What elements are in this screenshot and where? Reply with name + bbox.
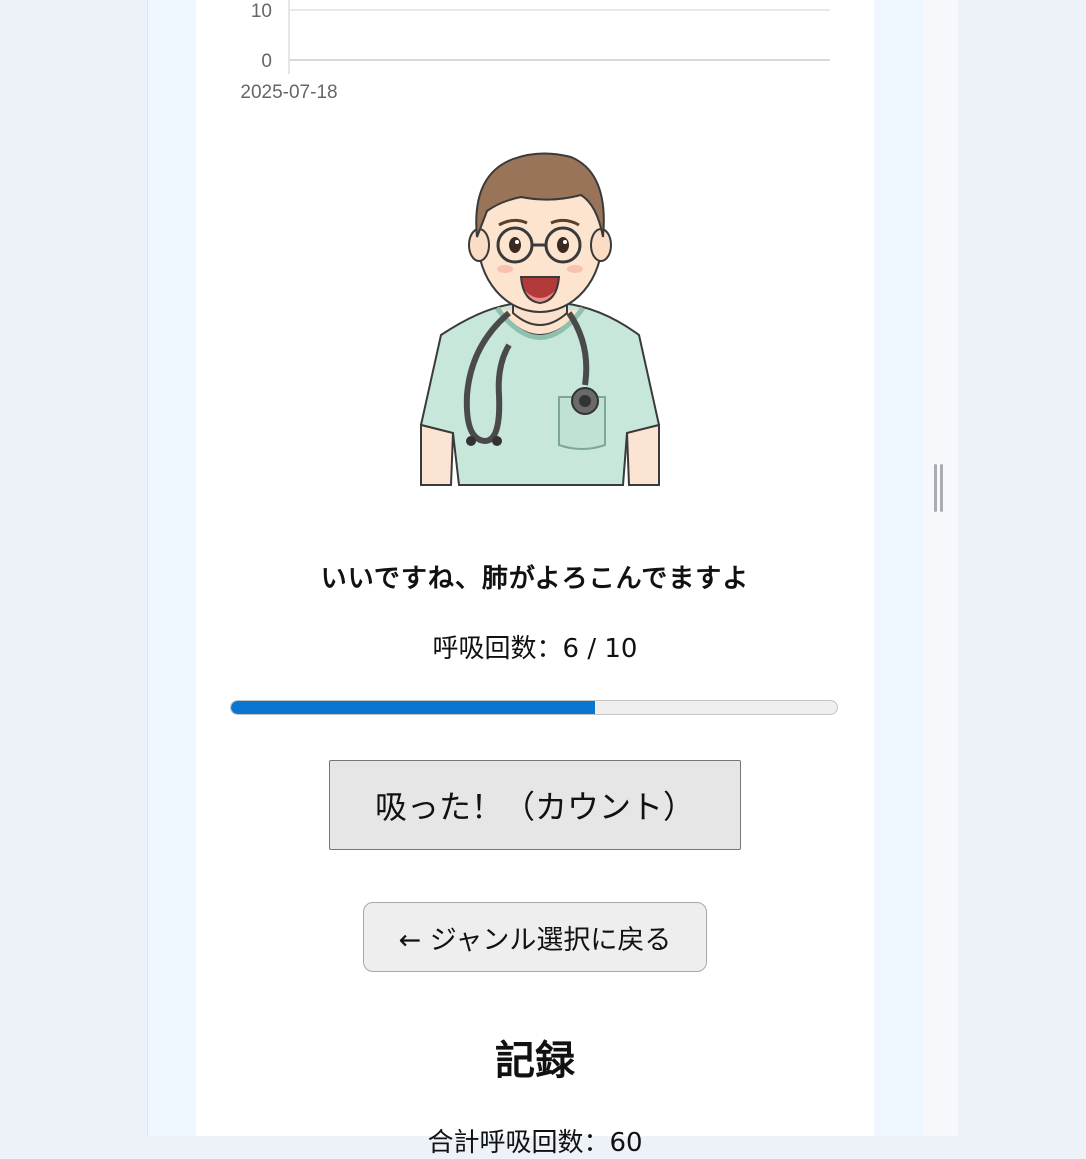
side-panel bbox=[923, 0, 958, 1136]
page-background-right bbox=[958, 0, 1086, 1136]
records-heading: 記録 bbox=[495, 1038, 575, 1084]
page-background-left bbox=[0, 0, 147, 1136]
y-tick-label: 0 bbox=[261, 51, 272, 72]
breath-history-chart: 10 0 2025-07-18 bbox=[196, 0, 874, 110]
main-card: 10 0 2025-07-18 いいですね、肺がよろこんでますよ 呼吸回数：6 … bbox=[196, 0, 874, 1158]
breath-progress-bar bbox=[230, 700, 838, 715]
count-breath-button[interactable]: 吸った！（カウント） bbox=[329, 760, 741, 850]
progress-fill bbox=[231, 701, 595, 714]
chart-svg: 10 0 2025-07-18 bbox=[240, 0, 830, 103]
doctor-image bbox=[419, 152, 661, 486]
resize-handle[interactable] bbox=[934, 464, 946, 512]
breath-count-text: 呼吸回数：6 / 10 bbox=[432, 634, 638, 664]
coach-message: いいですね、肺がよろこんでますよ bbox=[320, 564, 750, 594]
back-to-genre-button[interactable]: ← ジャンル選択に戻る bbox=[363, 902, 707, 972]
y-tick-label: 10 bbox=[251, 1, 272, 22]
total-breath-count: 合計呼吸回数：60 bbox=[427, 1128, 643, 1158]
doctor-illustration bbox=[401, 145, 679, 490]
x-tick-label: 2025-07-18 bbox=[240, 82, 337, 103]
